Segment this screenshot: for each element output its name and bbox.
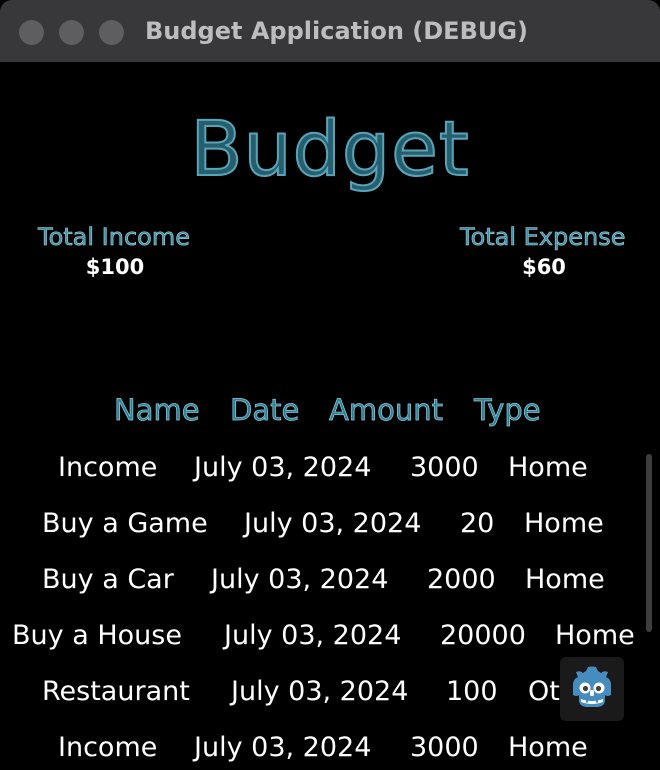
row-date: July 03, 2024 (244, 508, 422, 539)
column-header-type: Type (474, 393, 541, 428)
row-type: Ot (528, 676, 560, 707)
row-amount: 2000 (427, 564, 496, 595)
close-window-button[interactable] (19, 20, 44, 45)
table-row[interactable]: Income July 03, 2024 3000 Home (0, 728, 660, 768)
row-type: Home (508, 732, 588, 763)
total-expense-value: $60 (522, 255, 566, 279)
page-title: Budget (189, 103, 470, 194)
row-name: Buy a House (12, 620, 182, 651)
row-type: Home (508, 452, 588, 483)
row-name: Income (58, 452, 158, 483)
row-date: July 03, 2024 (231, 676, 409, 707)
row-name: Buy a Car (42, 564, 174, 595)
table-header: Name Date Amount Type (0, 392, 660, 428)
table-row[interactable]: Buy a House July 03, 2024 20000 Home (0, 616, 660, 656)
vertical-scrollbar[interactable] (646, 454, 652, 632)
row-date: July 03, 2024 (194, 452, 372, 483)
window-title: Budget Application (DEBUG) (145, 17, 529, 45)
row-amount: 100 (446, 676, 498, 707)
row-name: Buy a Game (42, 508, 208, 539)
row-amount: 20 (460, 508, 495, 539)
row-date: July 03, 2024 (211, 564, 389, 595)
row-amount: 3000 (410, 732, 479, 763)
table-row[interactable]: Buy a Car July 03, 2024 2000 Home (0, 560, 660, 600)
row-amount: 3000 (410, 452, 479, 483)
table-row[interactable]: Income July 03, 2024 3000 Home (0, 448, 660, 488)
app-content: Budget Total Income $100 Total Expense $… (0, 62, 660, 770)
column-header-date: Date (230, 393, 300, 428)
total-income-value: $100 (85, 255, 145, 279)
godot-logo-icon[interactable] (560, 657, 624, 721)
row-amount: 20000 (440, 620, 526, 651)
zoom-window-button[interactable] (99, 20, 124, 45)
row-name: Income (58, 732, 158, 763)
total-income-label: Total Income (38, 223, 191, 252)
row-name: Restaurant (42, 676, 190, 707)
table-row[interactable]: Buy a Game July 03, 2024 20 Home (0, 504, 660, 544)
row-type: Home (555, 620, 635, 651)
app-window: Budget Application (DEBUG) Budget Total … (0, 0, 660, 770)
row-type: Home (524, 508, 604, 539)
total-expense-label: Total Expense (460, 223, 626, 252)
row-date: July 03, 2024 (194, 732, 372, 763)
window-titlebar[interactable]: Budget Application (DEBUG) (0, 0, 660, 63)
minimize-window-button[interactable] (59, 20, 84, 45)
column-header-amount: Amount (329, 393, 444, 428)
row-date: July 03, 2024 (224, 620, 402, 651)
column-header-name: Name (114, 393, 200, 428)
row-type: Home (525, 564, 605, 595)
